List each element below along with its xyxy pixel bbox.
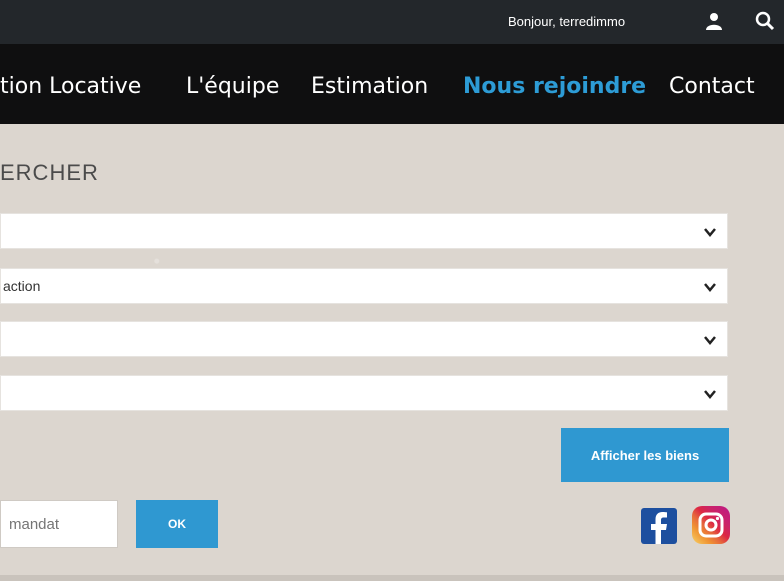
ok-button[interactable]: OK (136, 500, 218, 548)
nav-item-contact[interactable]: Contact (669, 74, 755, 99)
nav-item-equipe[interactable]: L'équipe (186, 74, 279, 99)
select-location[interactable] (0, 321, 728, 357)
bottom-divider (0, 575, 784, 581)
top-bar: Bonjour, terredimmo (0, 0, 784, 44)
nav-item-gestion-locative[interactable]: tion Locative (0, 74, 141, 99)
chevron-down-icon (704, 336, 716, 345)
nav-item-nous-rejoindre[interactable]: Nous rejoindre (463, 74, 646, 99)
select-type[interactable] (0, 213, 728, 249)
main-nav: tion Locative L'équipe Estimation Nous r… (0, 44, 784, 124)
instagram-icon[interactable] (692, 506, 730, 544)
show-properties-button[interactable]: Afficher les biens (561, 428, 729, 482)
user-icon[interactable] (704, 11, 724, 31)
search-title: ERCHER (0, 160, 99, 185)
chevron-down-icon (704, 390, 716, 399)
select-budget[interactable] (0, 375, 728, 411)
mandate-reference-input[interactable] (0, 500, 118, 548)
facebook-icon[interactable] (641, 508, 677, 544)
select-value: action (3, 278, 41, 294)
select-transaction[interactable]: action (0, 268, 728, 304)
search-icon[interactable] (754, 10, 776, 32)
greeting-text: Bonjour, terredimmo (508, 14, 626, 29)
nav-item-estimation[interactable]: Estimation (311, 74, 428, 99)
chevron-down-icon (704, 228, 716, 237)
chevron-down-icon (704, 283, 716, 292)
